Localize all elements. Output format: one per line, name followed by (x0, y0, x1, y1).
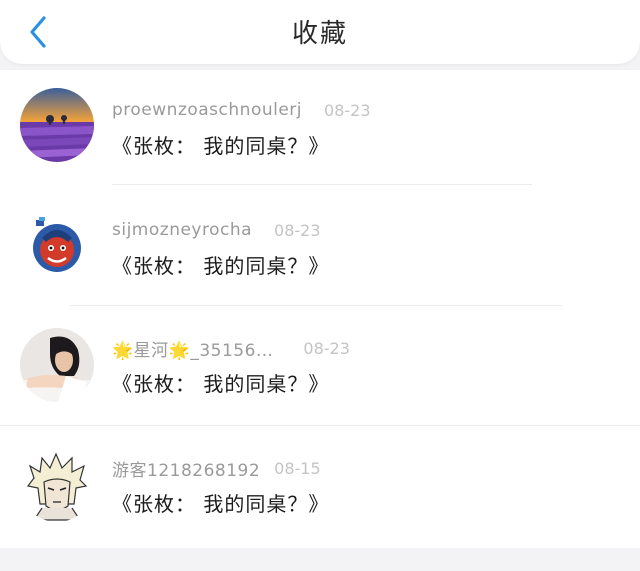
list-item[interactable]: 🌟星河🌟_35156… 08-23 《张枚： 我的同桌？》 (0, 308, 640, 426)
page-title: 收藏 (291, 19, 348, 49)
person-photo-avatar[interactable] (20, 328, 94, 402)
username[interactable]: sijmozneyrocha (112, 220, 252, 240)
username[interactable]: 🌟星河🌟_35156… (112, 336, 273, 361)
list-bottom-spacer (0, 548, 640, 571)
favorite-title[interactable]: 《张枚： 我的同桌？》 (112, 368, 329, 397)
divider (112, 184, 532, 185)
anime-character-avatar[interactable] (20, 448, 94, 522)
username[interactable]: 游客1218268192 (112, 456, 260, 481)
list-item[interactable]: proewnzoaschnoulerj 08-23 《张枚： 我的同桌？》 (0, 70, 640, 188)
item-meta: 🌟星河🌟_35156… 08-23 (112, 336, 350, 361)
timestamp: 08-23 (303, 338, 350, 358)
timestamp: 08-23 (324, 100, 371, 120)
favorites-list: proewnzoaschnoulerj 08-23 《张枚： 我的同桌？》 si… (0, 70, 640, 548)
list-item[interactable]: sijmozneyrocha 08-23 《张枚： 我的同桌？》 (0, 190, 640, 308)
username[interactable]: proewnzoaschnoulerj (112, 100, 302, 120)
timestamp: 08-23 (274, 220, 321, 240)
favorite-title[interactable]: 《张枚： 我的同桌？》 (112, 488, 329, 517)
timestamp: 08-15 (274, 458, 321, 478)
item-meta: 游客1218268192 08-15 (112, 456, 321, 481)
lavender-field-avatar[interactable] (20, 88, 94, 162)
list-item[interactable]: 游客1218268192 08-15 《张枚： 我的同桌？》 (0, 428, 640, 546)
navigation-header: 收藏 (0, 0, 640, 64)
favorite-title[interactable]: 《张枚： 我的同桌？》 (112, 250, 329, 279)
divider (70, 305, 562, 306)
divider (0, 425, 640, 426)
item-meta: sijmozneyrocha 08-23 (112, 218, 321, 242)
item-meta: proewnzoaschnoulerj 08-23 (112, 98, 371, 122)
cartoon-warrior-avatar[interactable] (20, 208, 94, 282)
favorite-title[interactable]: 《张枚： 我的同桌？》 (112, 130, 329, 159)
